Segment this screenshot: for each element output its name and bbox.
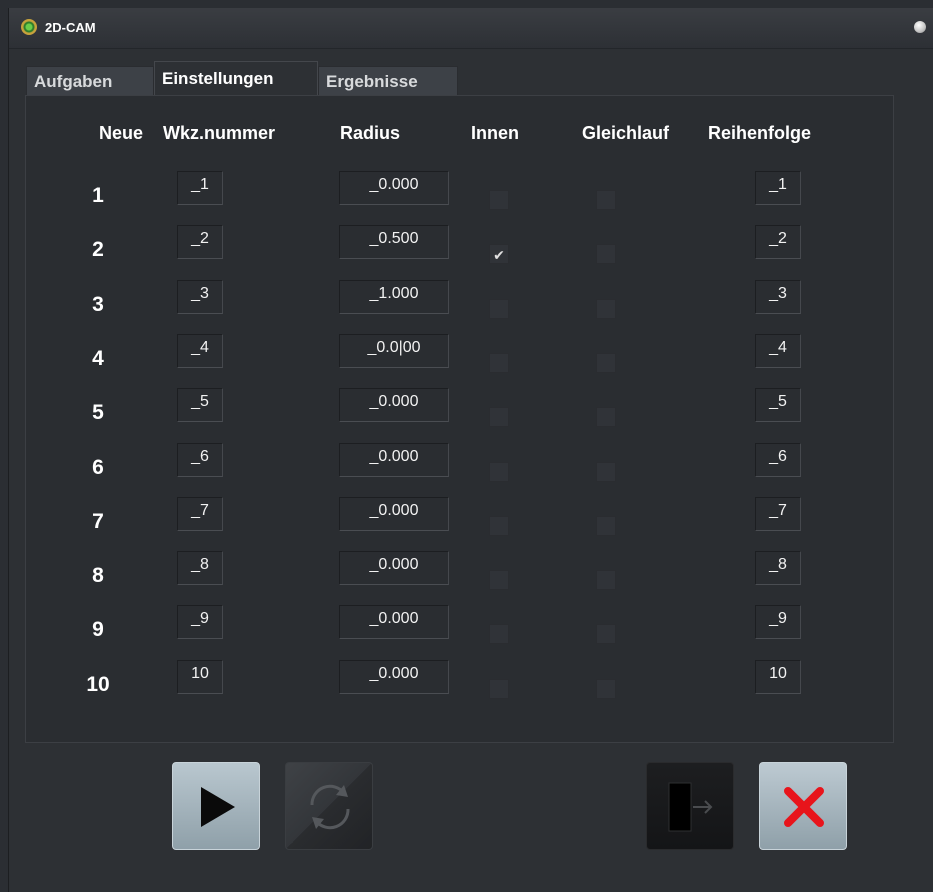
radius-field[interactable]: _1.000 xyxy=(339,280,449,314)
wkz-nummer-field[interactable]: _7 xyxy=(177,497,223,531)
gleichlauf-checkbox[interactable] xyxy=(596,570,616,590)
reihenfolge-field[interactable]: _6 xyxy=(755,443,801,477)
gleichlauf-checkbox[interactable] xyxy=(596,190,616,210)
column-header-neue: Neue xyxy=(99,123,144,143)
sync-button[interactable] xyxy=(285,762,373,850)
gleichlauf-checkbox[interactable] xyxy=(596,462,616,482)
gleichlauf-checkbox[interactable] xyxy=(596,299,616,319)
gleichlauf-checkbox[interactable] xyxy=(596,624,616,644)
play-icon xyxy=(201,787,235,827)
reihenfolge-field[interactable]: _2 xyxy=(755,225,801,259)
reihenfolge-field[interactable]: _5 xyxy=(755,388,801,422)
innen-checkbox[interactable] xyxy=(489,353,509,373)
wkz-nummer-field[interactable]: _1 xyxy=(177,171,223,205)
reihenfolge-field[interactable]: _8 xyxy=(755,551,801,585)
exit-icon xyxy=(668,782,713,832)
radius-field[interactable]: _0.000 xyxy=(339,660,449,694)
title-bar[interactable]: 2D-CAM xyxy=(9,8,933,49)
reihenfolge-field[interactable]: _4 xyxy=(755,334,801,368)
innen-checkbox[interactable] xyxy=(489,190,509,210)
reihenfolge-field[interactable]: _3 xyxy=(755,280,801,314)
tab-aufgaben[interactable]: Aufgaben xyxy=(26,66,154,95)
wkz-nummer-field[interactable]: _6 xyxy=(177,443,223,477)
exit-button[interactable] xyxy=(646,762,734,850)
row-number: 8 xyxy=(92,564,104,587)
innen-checkbox[interactable] xyxy=(489,624,509,644)
innen-checkbox[interactable] xyxy=(489,516,509,536)
innen-checkbox[interactable] xyxy=(489,407,509,427)
innen-checkbox[interactable] xyxy=(489,570,509,590)
innen-checkbox[interactable] xyxy=(489,299,509,319)
innen-checkbox[interactable] xyxy=(489,462,509,482)
radius-field[interactable]: _0.500 xyxy=(339,225,449,259)
radius-field[interactable]: _0.000 xyxy=(339,497,449,531)
innen-checkbox[interactable] xyxy=(489,679,509,699)
row-number: 5 xyxy=(92,401,104,424)
row-number: 6 xyxy=(92,456,104,479)
checkmark-icon: ✔ xyxy=(493,247,505,263)
radius-field[interactable]: _0.000 xyxy=(339,388,449,422)
wkz-nummer-field[interactable]: _8 xyxy=(177,551,223,585)
column-header-radius: Radius xyxy=(340,123,401,143)
sync-icon xyxy=(310,784,350,830)
reihenfolge-field[interactable]: _9 xyxy=(755,605,801,639)
tab-ergebnisse[interactable]: Ergebnisse xyxy=(318,66,458,95)
app-logo-icon xyxy=(21,19,37,35)
gleichlauf-checkbox[interactable] xyxy=(596,407,616,427)
window-close-icon[interactable] xyxy=(914,21,926,33)
row-number: 3 xyxy=(92,293,104,316)
radius-field[interactable]: _0.0|00 xyxy=(339,334,449,368)
row-number: 10 xyxy=(86,673,110,696)
window-title: 2D-CAM xyxy=(45,20,96,35)
wkz-nummer-field[interactable]: _5 xyxy=(177,388,223,422)
wkz-nummer-field[interactable]: _2 xyxy=(177,225,223,259)
wkz-nummer-field[interactable]: _9 xyxy=(177,605,223,639)
row-number: 4 xyxy=(92,347,104,370)
start-button[interactable] xyxy=(172,762,260,850)
reihenfolge-field[interactable]: _7 xyxy=(755,497,801,531)
column-header-gleichlauf: Gleichlauf xyxy=(582,123,670,143)
row-number: 1 xyxy=(92,184,104,207)
radius-field[interactable]: _0.000 xyxy=(339,171,449,205)
cancel-icon xyxy=(784,787,824,827)
gleichlauf-checkbox[interactable] xyxy=(596,244,616,264)
wkz-nummer-field[interactable]: _3 xyxy=(177,280,223,314)
tab-einstellungen[interactable]: Einstellungen xyxy=(154,61,318,95)
radius-field[interactable]: _0.000 xyxy=(339,551,449,585)
radius-field[interactable]: _0.000 xyxy=(339,605,449,639)
cancel-button[interactable] xyxy=(759,762,847,850)
column-header-wkz-nummer: Wkz.nummer xyxy=(163,123,276,143)
row-number: 9 xyxy=(92,618,104,641)
row-number: 2 xyxy=(92,238,104,261)
row-number: 7 xyxy=(92,510,104,533)
gleichlauf-checkbox[interactable] xyxy=(596,516,616,536)
column-header-reihenfolge: Reihenfolge xyxy=(708,123,812,143)
column-header-innen: Innen xyxy=(471,123,519,143)
reihenfolge-field[interactable]: 10 xyxy=(755,660,801,694)
reihenfolge-field[interactable]: _1 xyxy=(755,171,801,205)
gleichlauf-checkbox[interactable] xyxy=(596,679,616,699)
gleichlauf-checkbox[interactable] xyxy=(596,353,616,373)
innen-checkbox[interactable]: ✔ xyxy=(489,244,509,264)
wkz-nummer-field[interactable]: _4 xyxy=(177,334,223,368)
radius-field[interactable]: _0.000 xyxy=(339,443,449,477)
wkz-nummer-field[interactable]: 10 xyxy=(177,660,223,694)
